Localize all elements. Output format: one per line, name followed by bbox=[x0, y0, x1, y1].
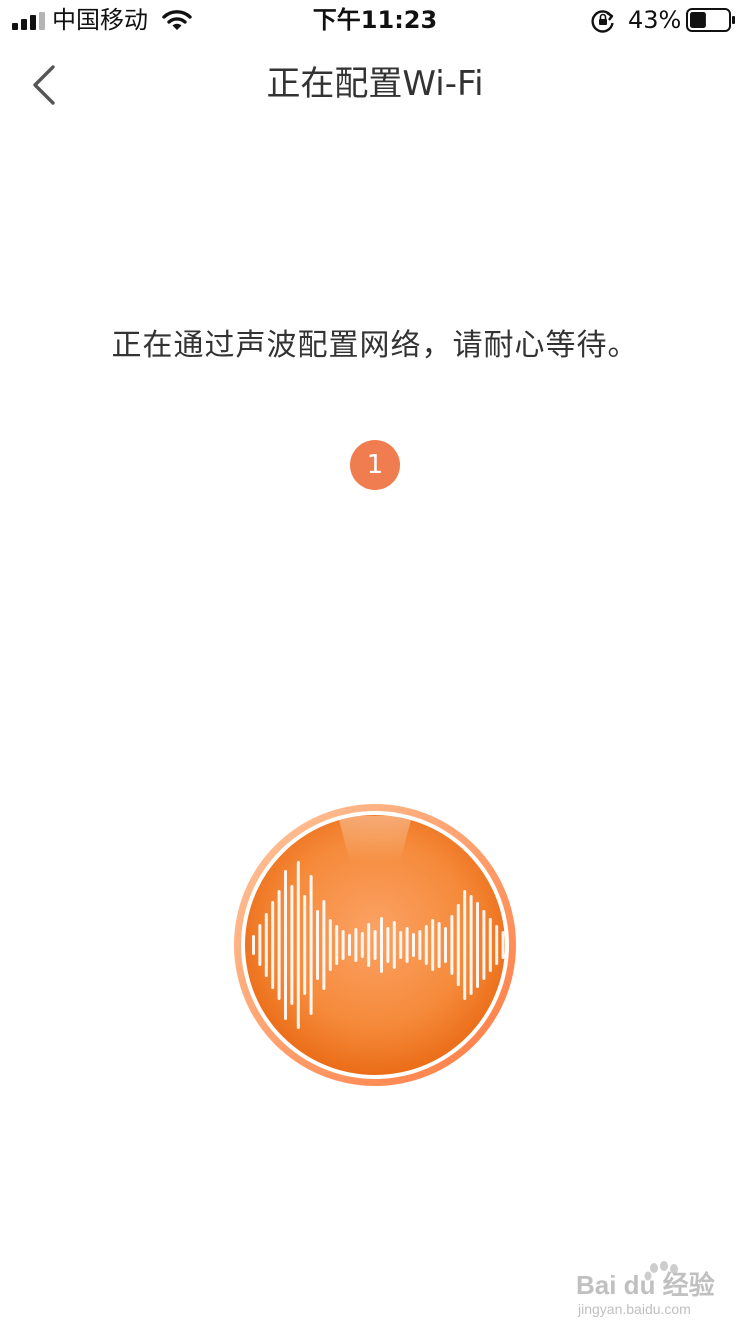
sound-wave-bar bbox=[264, 913, 268, 977]
status-bar: 中国移动 下午11:23 43% bbox=[0, 0, 750, 40]
sound-wave-bar bbox=[354, 928, 358, 962]
sound-wave-bar bbox=[392, 921, 396, 969]
sound-wave-bar bbox=[501, 931, 505, 959]
nav-bar: 正在配置Wi-Fi bbox=[0, 40, 750, 128]
sound-wave-button[interactable] bbox=[230, 800, 520, 1090]
sound-wave-bar bbox=[335, 925, 339, 965]
page-title: 正在配置Wi-Fi bbox=[266, 64, 484, 104]
sound-wave-bar bbox=[431, 919, 435, 971]
sound-wave-bar bbox=[252, 935, 255, 955]
sound-wave-bar bbox=[296, 861, 300, 1029]
sound-wave-bar bbox=[463, 890, 467, 1000]
sound-wave-bar bbox=[380, 917, 383, 973]
sound-wave-icon bbox=[234, 804, 516, 1086]
sound-wave-bar bbox=[456, 904, 460, 986]
sound-wave-bar bbox=[341, 930, 345, 960]
watermark-url: jingyan.baidu.com bbox=[577, 1301, 691, 1317]
sound-wave-bar bbox=[488, 918, 492, 972]
sound-wave-bar bbox=[316, 910, 319, 980]
sound-wave-bar bbox=[367, 923, 371, 967]
sound-wave-bar bbox=[476, 902, 479, 988]
sound-wave-bar bbox=[450, 915, 454, 975]
sound-wave-bar bbox=[482, 910, 486, 980]
sound-wave-bar bbox=[444, 927, 447, 963]
instruction-text: 正在通过声波配置网络，请耐心等待。 bbox=[111, 328, 639, 363]
sound-wave-bar bbox=[495, 925, 499, 965]
sound-wave-bar bbox=[348, 934, 351, 956]
rotation-lock-icon bbox=[591, 10, 614, 33]
sound-wave-bar bbox=[418, 930, 422, 960]
sound-wave-bar bbox=[309, 875, 313, 1015]
sound-wave-bar bbox=[469, 895, 473, 995]
battery-icon bbox=[686, 8, 735, 32]
sound-wave-bar bbox=[424, 925, 428, 965]
sound-wave-bar bbox=[322, 900, 326, 990]
sound-wave-bar bbox=[328, 919, 332, 971]
sound-wave-bar bbox=[258, 924, 262, 966]
sound-wave-bar bbox=[386, 927, 390, 963]
sound-wave-bar bbox=[437, 922, 441, 968]
sound-wave-bar bbox=[303, 895, 307, 995]
watermark-brand: Bai du 经验 bbox=[576, 1270, 715, 1300]
sound-wave-bar bbox=[290, 885, 294, 1005]
sound-wave-bar bbox=[284, 870, 287, 1020]
sound-wave-bar bbox=[399, 931, 403, 959]
watermark-logo: Bai du 经验 jingyan.baidu.com bbox=[576, 1260, 726, 1320]
sound-wave-bar bbox=[405, 927, 409, 963]
battery-percentage: 43% bbox=[628, 6, 682, 34]
sound-wave-bar bbox=[412, 933, 415, 957]
sound-wave-bar bbox=[271, 901, 275, 989]
step-number-badge: 1 bbox=[350, 440, 400, 490]
sound-wave-bar bbox=[373, 930, 377, 960]
sound-wave-bar bbox=[360, 932, 364, 958]
sound-wave-bar bbox=[277, 890, 281, 1000]
